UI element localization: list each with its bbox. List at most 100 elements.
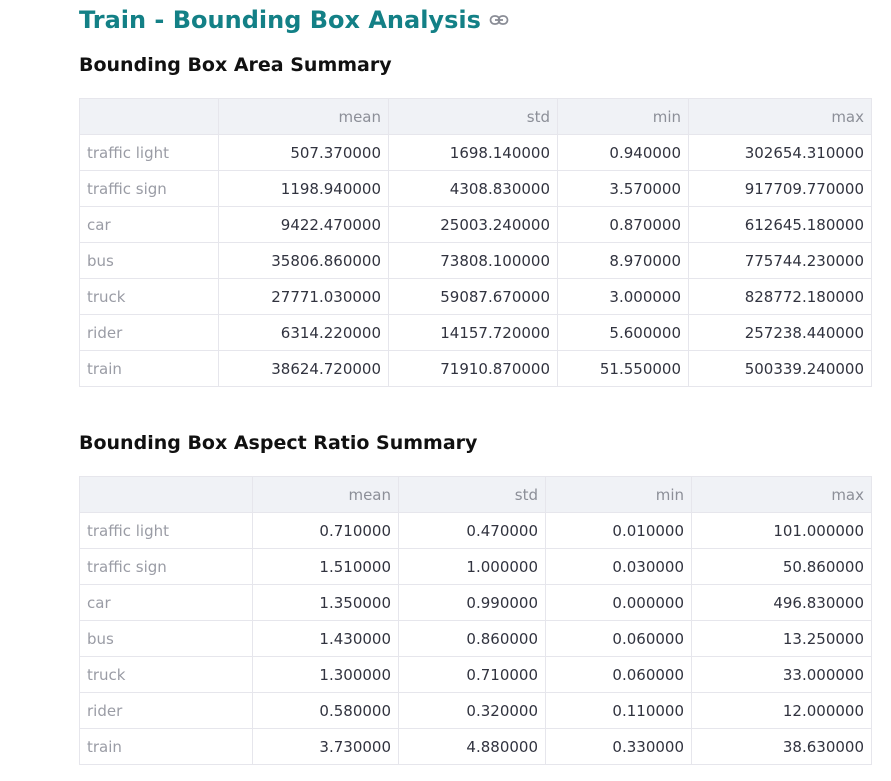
cell-std[interactable]: 59087.670000: [388, 278, 558, 315]
cell-mean[interactable]: 35806.860000: [218, 242, 389, 279]
cell-min[interactable]: 51.550000: [557, 350, 689, 387]
cell-max[interactable]: 38.630000: [691, 728, 872, 765]
table-row: truck 27771.030000 59087.670000 3.000000…: [79, 278, 872, 315]
column-header-index[interactable]: [79, 476, 253, 513]
column-header-std[interactable]: std: [388, 98, 558, 135]
column-header-min[interactable]: min: [557, 98, 689, 135]
row-label[interactable]: traffic light: [79, 512, 253, 549]
cell-mean[interactable]: 27771.030000: [218, 278, 389, 315]
cell-std[interactable]: 71910.870000: [388, 350, 558, 387]
column-header-mean[interactable]: mean: [218, 98, 389, 135]
cell-min[interactable]: 8.970000: [557, 242, 689, 279]
table-row: car 9422.470000 25003.240000 0.870000 61…: [79, 206, 872, 243]
row-label[interactable]: rider: [79, 314, 219, 351]
cell-std[interactable]: 4308.830000: [388, 170, 558, 207]
cell-max[interactable]: 612645.180000: [688, 206, 872, 243]
cell-min[interactable]: 0.030000: [545, 548, 692, 585]
cell-std[interactable]: 0.470000: [398, 512, 546, 549]
cell-mean[interactable]: 1.510000: [252, 548, 399, 585]
cell-min[interactable]: 0.000000: [545, 584, 692, 621]
cell-min[interactable]: 3.570000: [557, 170, 689, 207]
cell-mean[interactable]: 507.370000: [218, 134, 389, 171]
cell-std[interactable]: 1698.140000: [388, 134, 558, 171]
area-summary-title: Bounding Box Area Summary: [79, 54, 392, 76]
table-row: car 1.350000 0.990000 0.000000 496.83000…: [79, 584, 872, 621]
cell-std[interactable]: 0.710000: [398, 656, 546, 693]
cell-min[interactable]: 0.330000: [545, 728, 692, 765]
column-header-std[interactable]: std: [398, 476, 546, 513]
column-header-min[interactable]: min: [545, 476, 692, 513]
table-row: traffic light 0.710000 0.470000 0.010000…: [79, 512, 872, 549]
cell-max[interactable]: 500339.240000: [688, 350, 872, 387]
cell-max[interactable]: 302654.310000: [688, 134, 872, 171]
page: Train - Bounding Box Analysis Bounding B…: [0, 0, 891, 781]
cell-min[interactable]: 0.110000: [545, 692, 692, 729]
cell-min[interactable]: 0.060000: [545, 656, 692, 693]
cell-max[interactable]: 12.000000: [691, 692, 872, 729]
area-summary-table[interactable]: mean std min max traffic light 507.37000…: [79, 98, 872, 387]
cell-max[interactable]: 828772.180000: [688, 278, 872, 315]
table-header-row: mean std min max: [79, 98, 872, 135]
row-label[interactable]: rider: [79, 692, 253, 729]
row-label[interactable]: truck: [79, 656, 253, 693]
row-label[interactable]: traffic light: [79, 134, 219, 171]
cell-mean[interactable]: 0.710000: [252, 512, 399, 549]
cell-std[interactable]: 1.000000: [398, 548, 546, 585]
page-title: Train - Bounding Box Analysis: [79, 3, 509, 37]
column-header-max[interactable]: max: [691, 476, 872, 513]
cell-max[interactable]: 496.830000: [691, 584, 872, 621]
table-row: traffic sign 1198.940000 4308.830000 3.5…: [79, 170, 872, 207]
table-header-row: mean std min max: [79, 476, 872, 513]
row-label[interactable]: train: [79, 728, 253, 765]
cell-min[interactable]: 3.000000: [557, 278, 689, 315]
row-label[interactable]: traffic sign: [79, 548, 253, 585]
cell-max[interactable]: 101.000000: [691, 512, 872, 549]
cell-min[interactable]: 0.940000: [557, 134, 689, 171]
cell-std[interactable]: 0.320000: [398, 692, 546, 729]
cell-max[interactable]: 33.000000: [691, 656, 872, 693]
aspect-ratio-summary-table[interactable]: mean std min max traffic light 0.710000 …: [79, 476, 872, 765]
cell-mean[interactable]: 1.350000: [252, 584, 399, 621]
cell-max[interactable]: 50.860000: [691, 548, 872, 585]
table-row: bus 35806.860000 73808.100000 8.970000 7…: [79, 242, 872, 279]
link-icon[interactable]: [489, 13, 509, 27]
cell-mean[interactable]: 0.580000: [252, 692, 399, 729]
cell-std[interactable]: 4.880000: [398, 728, 546, 765]
cell-std[interactable]: 14157.720000: [388, 314, 558, 351]
cell-std[interactable]: 73808.100000: [388, 242, 558, 279]
cell-max[interactable]: 775744.230000: [688, 242, 872, 279]
row-label[interactable]: traffic sign: [79, 170, 219, 207]
cell-max[interactable]: 257238.440000: [688, 314, 872, 351]
table-row: train 38624.720000 71910.870000 51.55000…: [79, 350, 872, 387]
cell-min[interactable]: 0.060000: [545, 620, 692, 657]
column-header-index[interactable]: [79, 98, 219, 135]
column-header-mean[interactable]: mean: [252, 476, 399, 513]
column-header-max[interactable]: max: [688, 98, 872, 135]
row-label[interactable]: bus: [79, 242, 219, 279]
row-label[interactable]: car: [79, 584, 253, 621]
table-row: truck 1.300000 0.710000 0.060000 33.0000…: [79, 656, 872, 693]
cell-mean[interactable]: 6314.220000: [218, 314, 389, 351]
table-row: traffic sign 1.510000 1.000000 0.030000 …: [79, 548, 872, 585]
row-label[interactable]: truck: [79, 278, 219, 315]
aspect-ratio-summary-title: Bounding Box Aspect Ratio Summary: [79, 432, 478, 454]
cell-min[interactable]: 0.870000: [557, 206, 689, 243]
cell-max[interactable]: 917709.770000: [688, 170, 872, 207]
cell-std[interactable]: 25003.240000: [388, 206, 558, 243]
cell-std[interactable]: 0.990000: [398, 584, 546, 621]
cell-mean[interactable]: 1198.940000: [218, 170, 389, 207]
row-label[interactable]: bus: [79, 620, 253, 657]
row-label[interactable]: car: [79, 206, 219, 243]
page-title-text: Train - Bounding Box Analysis: [79, 6, 481, 34]
table-row: rider 6314.220000 14157.720000 5.600000 …: [79, 314, 872, 351]
cell-mean[interactable]: 1.430000: [252, 620, 399, 657]
cell-mean[interactable]: 9422.470000: [218, 206, 389, 243]
cell-max[interactable]: 13.250000: [691, 620, 872, 657]
cell-min[interactable]: 5.600000: [557, 314, 689, 351]
cell-mean[interactable]: 38624.720000: [218, 350, 389, 387]
cell-std[interactable]: 0.860000: [398, 620, 546, 657]
cell-min[interactable]: 0.010000: [545, 512, 692, 549]
cell-mean[interactable]: 3.730000: [252, 728, 399, 765]
row-label[interactable]: train: [79, 350, 219, 387]
cell-mean[interactable]: 1.300000: [252, 656, 399, 693]
